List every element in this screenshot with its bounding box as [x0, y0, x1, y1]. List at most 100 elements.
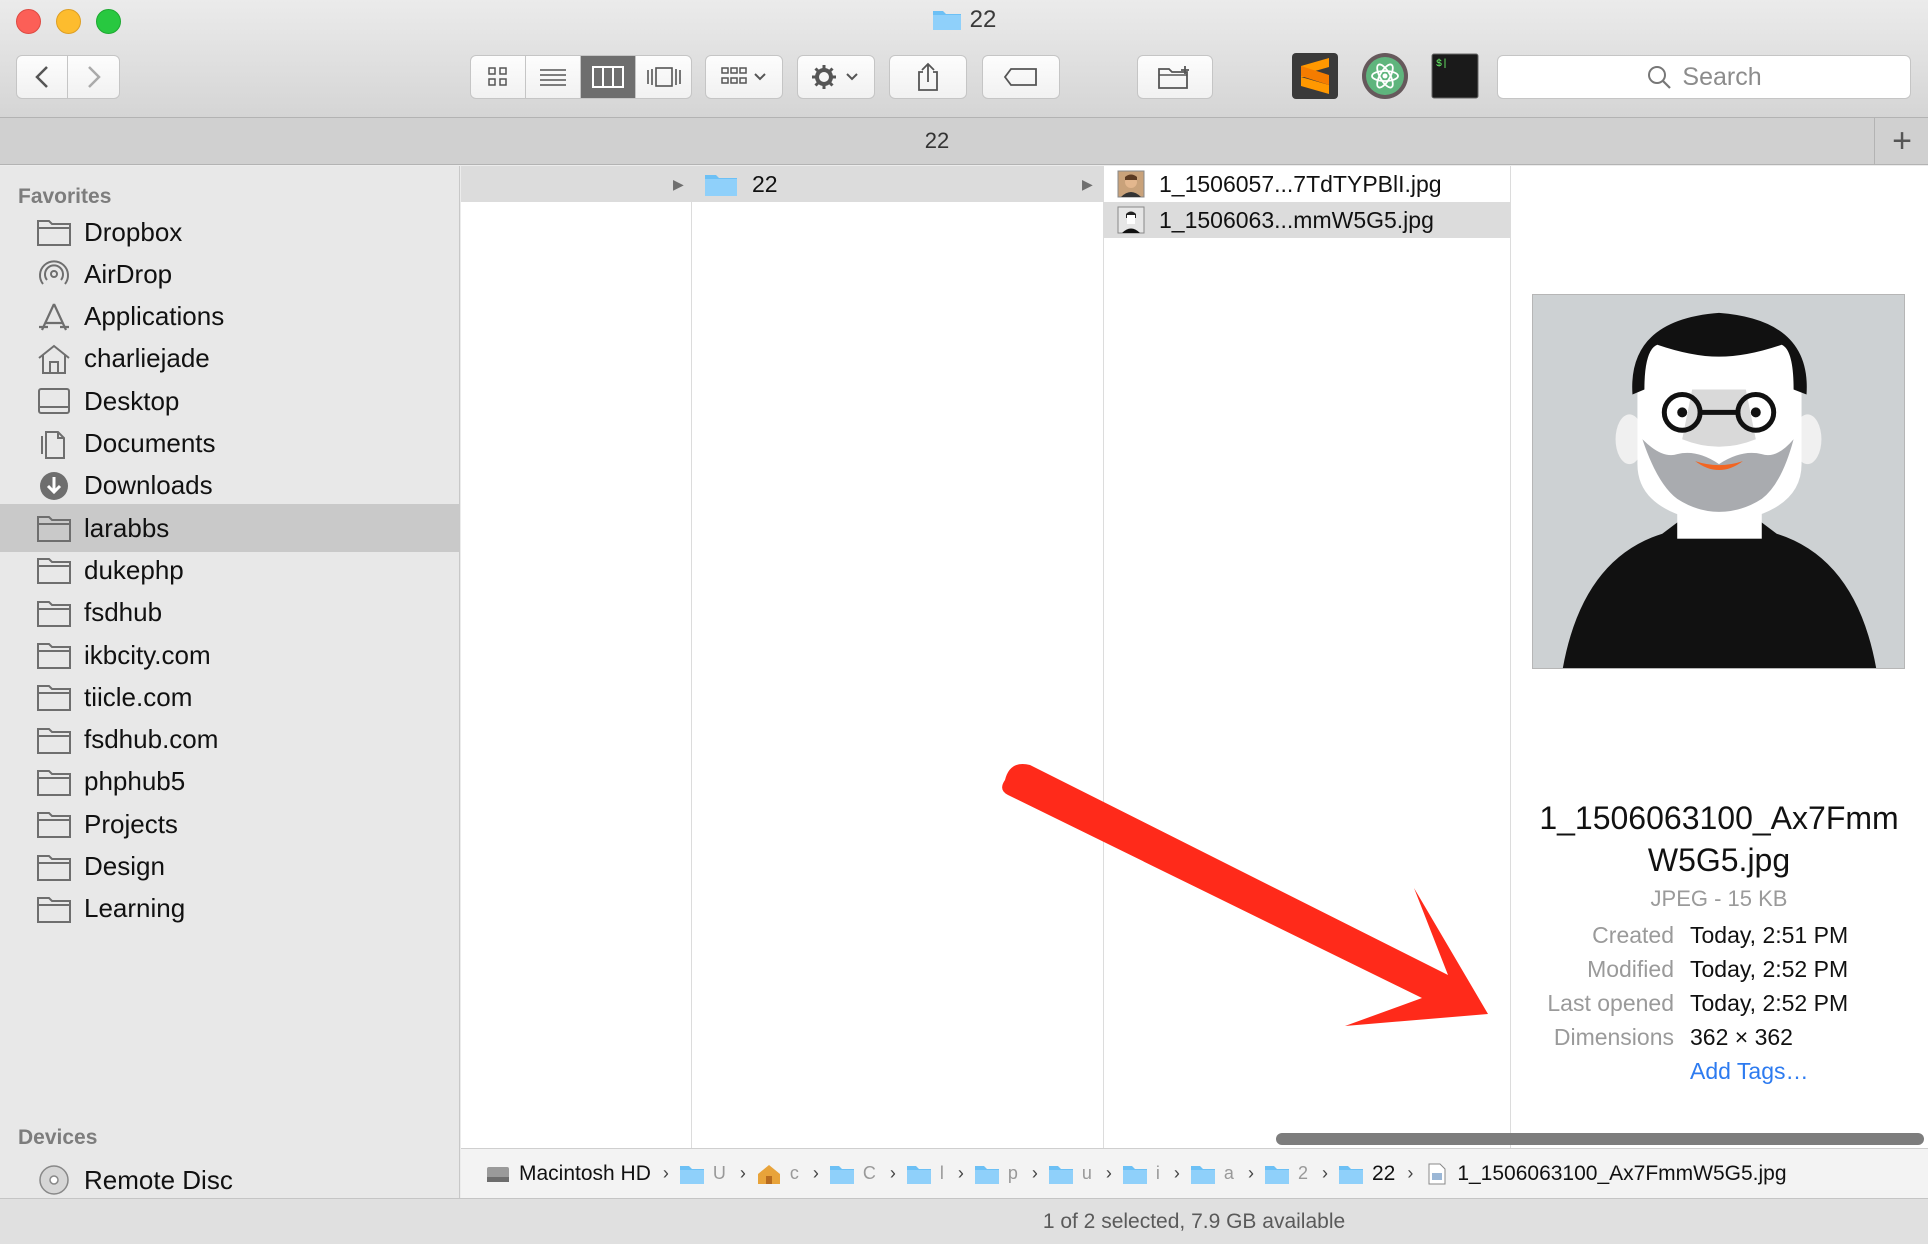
- path-item-collapsed[interactable]: U: [679, 1163, 728, 1185]
- path-item-22[interactable]: 22: [1338, 1162, 1395, 1186]
- hard-disk-icon: [487, 1166, 509, 1182]
- sidebar-item-dropbox[interactable]: Dropbox: [0, 208, 459, 256]
- path-item-collapsed[interactable]: u: [1048, 1163, 1094, 1185]
- sidebar-item-downloads[interactable]: Downloads: [0, 462, 459, 510]
- sidebar-item-design[interactable]: Design: [0, 843, 459, 891]
- back-button[interactable]: [17, 56, 69, 98]
- column-1-selected-row[interactable]: ▶: [461, 166, 691, 202]
- path-item-collapsed[interactable]: l: [906, 1163, 946, 1185]
- tab-22[interactable]: 22: [0, 118, 1875, 164]
- sidebar-item-applications[interactable]: Applications: [0, 293, 459, 341]
- atom-icon[interactable]: [1361, 52, 1409, 100]
- sidebar-item-airdrop[interactable]: AirDrop: [0, 250, 459, 298]
- cover-flow-view-button[interactable]: [636, 56, 691, 98]
- path-abbrev-label: l: [939, 1163, 944, 1183]
- tags-button[interactable]: [982, 55, 1060, 99]
- path-item-collapsed[interactable]: c: [756, 1163, 801, 1185]
- column-2: 22 ▶: [692, 166, 1104, 1148]
- file-row[interactable]: 1_1506057...7TdTYPBlI.jpg: [1104, 166, 1510, 202]
- path-item-collapsed[interactable]: C: [829, 1163, 878, 1185]
- sidebar-item-label: phphub5: [84, 766, 186, 797]
- sidebar-item-dukephp[interactable]: dukephp: [0, 546, 459, 594]
- home-icon: [757, 1164, 780, 1184]
- tab-bar: 22 +: [0, 118, 1928, 165]
- sidebar-item-label: fsdhub.com: [84, 724, 219, 755]
- sidebar-item-projects[interactable]: Projects: [0, 800, 459, 848]
- terminal-icon[interactable]: $|: [1431, 52, 1479, 100]
- title-bar: 22 $| Search: [0, 0, 1928, 118]
- sidebar-item-label: larabbs: [84, 512, 170, 543]
- folder-icon: [932, 11, 961, 30]
- sublime-text-icon[interactable]: [1291, 52, 1339, 100]
- list-view-button[interactable]: [526, 56, 581, 98]
- column-view-button[interactable]: [581, 56, 636, 98]
- sidebar-item-phphub5[interactable]: phphub5: [0, 758, 459, 806]
- icon-view-button[interactable]: [471, 56, 526, 98]
- sidebar-item-fsdhub[interactable]: fsdhub: [0, 589, 459, 637]
- chevron-right-icon: ›: [739, 1163, 746, 1183]
- add-tags-link[interactable]: Add Tags…: [1690, 1058, 1808, 1085]
- new-folder-button[interactable]: [1137, 55, 1213, 99]
- path-abbrev-label: 2: [1297, 1163, 1308, 1183]
- preview-kind: JPEG - 15 KB: [1650, 886, 1788, 911]
- folder-icon: [36, 512, 72, 544]
- chevron-right-icon: [87, 66, 101, 88]
- folder-icon: [1122, 1165, 1147, 1184]
- path-item-collapsed[interactable]: 2: [1264, 1163, 1310, 1185]
- path-abbrev-label: i: [1155, 1163, 1160, 1183]
- preview-filename-line2: W5G5.jpg: [1647, 842, 1791, 878]
- created-value: Today, 2:51 PM: [1690, 922, 1849, 948]
- search-field[interactable]: Search: [1497, 55, 1911, 99]
- arrange-button[interactable]: [705, 55, 783, 99]
- home-icon: [36, 343, 72, 375]
- photo-thumbnail-icon: [1117, 170, 1145, 198]
- sidebar-item-learning[interactable]: Learning: [0, 885, 459, 933]
- path-item-collapsed[interactable]: p: [974, 1163, 1020, 1185]
- action-button[interactable]: [797, 55, 875, 99]
- share-button[interactable]: [889, 55, 967, 99]
- sidebar-item-documents[interactable]: Documents: [0, 420, 459, 468]
- path-item-file[interactable]: 1_1506063100_Ax7FmmW5G5.jpg: [1423, 1162, 1787, 1186]
- folder-icon: [36, 766, 72, 798]
- sidebar-item-tiicle-com[interactable]: tiicle.com: [0, 673, 459, 721]
- disc-icon: [36, 1164, 72, 1196]
- path-root-label: Macintosh HD: [519, 1161, 651, 1185]
- horizontal-scrollbar[interactable]: [1276, 1133, 1924, 1145]
- preview-filename-line1: 1_1506063100_Ax7Fmm: [1539, 800, 1899, 836]
- sidebar-item-ikbcity-com[interactable]: ikbcity.com: [0, 631, 459, 679]
- path-item-macintosh-hd[interactable]: Macintosh HD: [485, 1162, 651, 1186]
- path-abbrev-label: C: [862, 1163, 876, 1183]
- path-item-collapsed[interactable]: a: [1190, 1163, 1236, 1185]
- forward-button[interactable]: [68, 56, 119, 98]
- sidebar-item-charliejade[interactable]: charliejade: [0, 335, 459, 383]
- new-tab-button[interactable]: +: [1876, 118, 1928, 164]
- tag-icon: [1003, 68, 1037, 86]
- column-3: 1_1506057...7TdTYPBlI.jpg 1_1506063...mm…: [1104, 166, 1511, 1148]
- created-label: Created: [1592, 922, 1674, 948]
- sidebar-item-remote-disc[interactable]: Remote Disc: [0, 1156, 459, 1198]
- grid-icon: [488, 67, 507, 86]
- chevron-right-icon: ›: [1031, 1163, 1038, 1183]
- chevron-left-icon: [35, 66, 48, 88]
- path-item-collapsed[interactable]: i: [1122, 1163, 1162, 1185]
- sidebar-item-larabbs[interactable]: larabbs: [0, 504, 459, 553]
- search-placeholder: Search: [1682, 62, 1762, 91]
- chevron-right-icon: ›: [1321, 1163, 1328, 1183]
- folder-icon: [36, 554, 72, 586]
- search-icon: [1648, 66, 1672, 89]
- folder-icon: [1338, 1165, 1363, 1184]
- path-bar: Macintosh HD › U › c › C › l › p › u › i › a › 2 › 22 › 1…: [461, 1148, 1928, 1198]
- file-row-selected[interactable]: 1_1506063...mmW5G5.jpg: [1104, 202, 1510, 238]
- gear-icon: [812, 65, 858, 89]
- sidebar-item-label: dukephp: [84, 554, 184, 585]
- image-file-icon: [1428, 1163, 1446, 1184]
- chevron-right-icon: ›: [1247, 1163, 1254, 1183]
- view-mode-control: [470, 55, 692, 99]
- folder-icon: [1048, 1165, 1073, 1184]
- sidebar-item-desktop[interactable]: Desktop: [0, 377, 459, 425]
- sidebar-item-fsdhub-com[interactable]: fsdhub.com: [0, 716, 459, 764]
- modified-label: Modified: [1587, 956, 1674, 982]
- path-abbrev-label: p: [1007, 1163, 1018, 1183]
- folder-row-22[interactable]: 22 ▶: [692, 166, 1103, 202]
- sidebar-item-label: Downloads: [84, 470, 213, 501]
